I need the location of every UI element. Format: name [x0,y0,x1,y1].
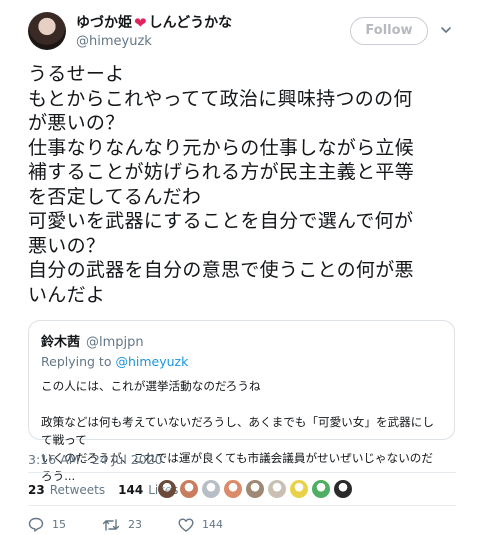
liker-avatar[interactable] [158,480,176,498]
reply-icon[interactable] [28,517,44,532]
tweet-actions: 15 23 144 [28,517,259,532]
reply-action[interactable]: 15 [28,517,66,532]
reply-count: 15 [52,518,66,531]
author-avatar[interactable] [28,12,66,50]
quoted-replying-to: Replying to @himeyuzk [41,354,442,369]
author-info: ゆづか姫 ❤ しんどうかな @himeyuzk [76,14,232,49]
author-display-name[interactable]: ゆづか姫 ❤ しんどうかな [76,14,232,32]
tweet-text: うるせーよ もとからこれやってて政治に興味持つのの何 が悪いの？ 仕事なりなんな… [28,63,415,306]
retweets-count[interactable]: 23 [28,483,45,497]
follow-button[interactable]: Follow [350,17,428,45]
replying-mention-link[interactable]: @himeyuzk [115,354,188,369]
author-name-part2: しんどうかな [148,15,233,31]
liker-avatar[interactable] [246,480,264,498]
retweet-count: 23 [128,518,142,531]
engagement-stats: 23 Retweets 144 Likes [28,483,178,497]
liker-avatar[interactable] [268,480,286,498]
caret-down-icon[interactable] [440,24,452,36]
quoted-tweet[interactable]: 鈴木茜 @lmpjpn Replying to @himeyuzk この人には、… [28,320,455,483]
retweet-action[interactable]: 23 [102,518,142,532]
quoted-author-handle: @lmpjpn [86,335,144,350]
retweets-label[interactable]: Retweets [50,483,105,497]
retweet-icon[interactable] [102,518,120,532]
likes-count[interactable]: 144 [118,483,143,497]
divider [28,505,456,506]
heart-icon: ❤ [134,13,147,32]
like-icon[interactable] [178,518,194,532]
liker-avatars [158,480,352,498]
author-handle[interactable]: @himeyuzk [76,34,232,49]
tweet-card: ゆづか姫 ❤ しんどうかな @himeyuzk Follow うるせーよ もとか… [0,0,480,535]
divider [28,472,456,473]
like-count: 144 [202,518,223,531]
liker-avatar[interactable] [334,480,352,498]
tweet-timestamp[interactable]: 3:16 AM - 24 Jul 2020 [28,452,163,467]
liker-avatar[interactable] [180,480,198,498]
liker-avatar[interactable] [224,480,242,498]
replying-label: Replying to [41,354,112,369]
quoted-text: この人には、これが選挙活動なのだろうね 政策などは何も考えていないだろうし、あく… [41,379,434,483]
quoted-header: 鈴木茜 @lmpjpn [41,331,442,350]
liker-avatar[interactable] [290,480,308,498]
liker-avatar[interactable] [202,480,220,498]
quoted-author-name: 鈴木茜 [41,335,81,350]
author-name-part1: ゆづか姫 [76,15,132,31]
like-action[interactable]: 144 [178,518,223,532]
liker-avatar[interactable] [312,480,330,498]
